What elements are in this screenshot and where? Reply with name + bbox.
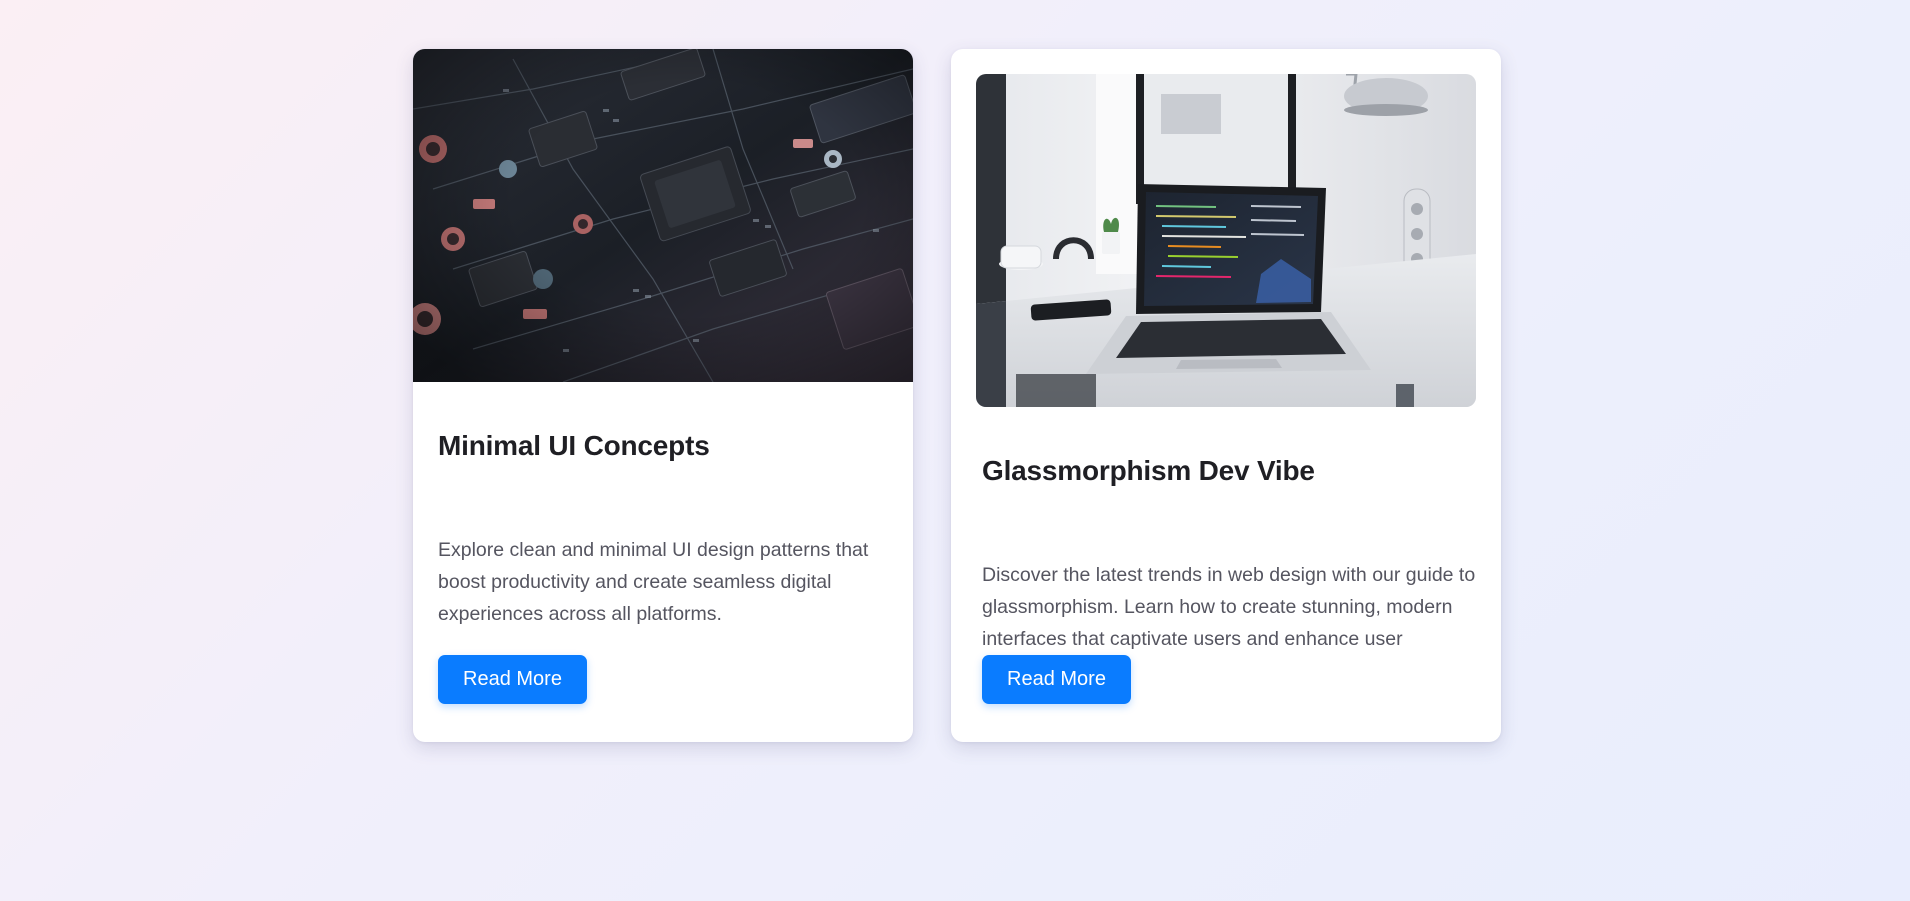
laptop-desk-image	[976, 74, 1476, 407]
read-more-button[interactable]: Read More	[982, 655, 1131, 704]
article-card-minimal-ui: Minimal UI Concepts Explore clean and mi…	[413, 49, 913, 742]
circuit-board-image	[413, 49, 913, 382]
article-card-glassmorphism: Glassmorphism Dev Vibe Discover the late…	[951, 49, 1501, 742]
card-description: Explore clean and minimal UI design patt…	[438, 539, 869, 625]
card-title: Minimal UI Concepts	[438, 430, 710, 461]
read-more-button[interactable]: Read More	[438, 655, 587, 704]
card-title: Glassmorphism Dev Vibe	[982, 455, 1315, 486]
